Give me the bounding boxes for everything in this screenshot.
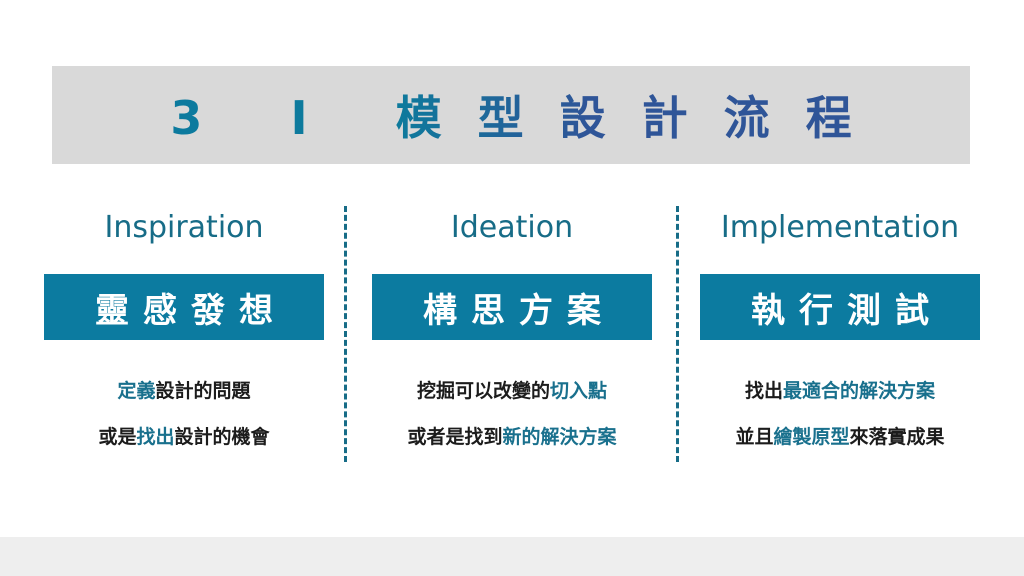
- description-line: 或是找出設計的機會: [44, 414, 324, 460]
- highlighted-text: 新的解決方案: [502, 426, 617, 448]
- column-ideation: Ideation 構思方案 挖掘可以改變的切入點 或者是找到新的解決方案: [372, 200, 652, 460]
- description-text: 或是: [98, 426, 137, 448]
- description-text: 挖掘可以改變的: [416, 380, 550, 402]
- column-chinese-title-box: 構思方案: [372, 274, 652, 340]
- column-description: 找出最適合的解決方案 並且繪製原型來落實成果: [700, 368, 980, 460]
- highlighted-text: 最適合的解決方案: [783, 380, 936, 402]
- column-english-title: Implementation: [720, 210, 960, 245]
- description-line: 並且繪製原型來落實成果: [700, 414, 980, 460]
- description-line: 或者是找到新的解決方案: [372, 414, 652, 460]
- description-text: 來落實成果: [849, 426, 945, 448]
- highlighted-text: 繪製原型: [773, 426, 850, 448]
- column-chinese-title-box: 靈感發想: [44, 274, 324, 340]
- footer-band: [0, 537, 1024, 576]
- dashed-divider: [344, 206, 347, 462]
- column-description: 挖掘可以改變的切入點 或者是找到新的解決方案: [372, 368, 652, 460]
- description-text: 找出: [744, 380, 783, 402]
- highlighted-text: 切入點: [550, 380, 608, 402]
- description-line: 定義設計的問題: [44, 368, 324, 414]
- column-english-title: Ideation: [450, 210, 574, 245]
- title-band: 3 I 模型設計流程: [52, 66, 970, 164]
- description-text: 設計的問題: [155, 380, 251, 402]
- highlighted-text: 定義: [117, 380, 156, 402]
- description-text: 或者是找到: [407, 426, 503, 448]
- description-line: 挖掘可以改變的切入點: [372, 368, 652, 414]
- highlighted-text: 找出: [136, 426, 175, 448]
- column-chinese-title-box: 執行測試: [700, 274, 980, 340]
- column-implementation: Implementation 執行測試 找出最適合的解決方案 並且繪製原型來落實成…: [700, 200, 980, 460]
- column-description: 定義設計的問題 或是找出設計的機會: [44, 368, 324, 460]
- page-title: 3 I 模型設計流程: [134, 82, 887, 148]
- description-text: 並且: [735, 426, 774, 448]
- column-inspiration: Inspiration 靈感發想 定義設計的問題 或是找出設計的機會: [44, 200, 324, 460]
- description-text: 設計的機會: [174, 426, 270, 448]
- column-english-title: Inspiration: [104, 210, 264, 245]
- dashed-divider: [676, 206, 679, 462]
- description-line: 找出最適合的解決方案: [700, 368, 980, 414]
